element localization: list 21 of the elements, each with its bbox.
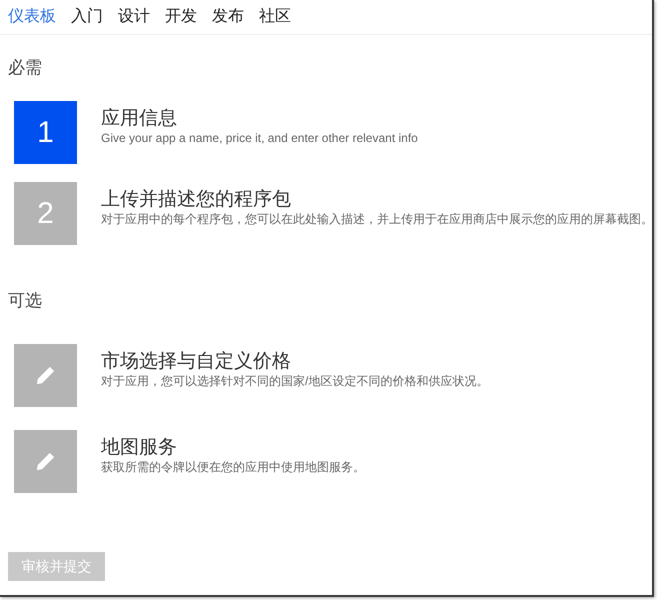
step-title: 应用信息 [101, 107, 177, 131]
step-title: 上传并描述您的程序包 [101, 188, 291, 212]
step-title: 市场选择与自定义价格 [101, 350, 291, 374]
step-description: Give your app a name, price it, and enter other relevant info [101, 131, 418, 146]
nav-tab[interactable]: 社区 [259, 6, 291, 28]
edit-tile[interactable] [14, 430, 77, 493]
pencil-icon [36, 452, 55, 471]
nav-tab[interactable]: 仪表板 [8, 6, 56, 28]
step-number-tile[interactable]: 1 [14, 101, 77, 164]
edit-tile[interactable] [14, 344, 77, 407]
section-heading: 必需 [8, 57, 42, 79]
nav-tab[interactable]: 开发 [165, 6, 197, 28]
nav-tab[interactable]: 入门 [71, 6, 103, 28]
step-description: 对于应用中的每个程序包，您可以在此处输入描述，并上传用于在应用商店中展示您的应用的屏幕截图。 [101, 212, 653, 227]
section-heading: 可选 [8, 290, 42, 312]
nav-tab[interactable]: 设计 [118, 6, 150, 28]
step-description: 获取所需的令牌以便在您的应用中使用地图服务。 [101, 460, 365, 475]
step-title: 地图服务 [101, 436, 177, 460]
step-description: 对于应用，您可以选择针对不同的国家/地区设定不同的价格和供应状况。 [101, 374, 488, 389]
nav-tab[interactable]: 发布 [212, 6, 244, 28]
pencil-icon [36, 366, 55, 385]
